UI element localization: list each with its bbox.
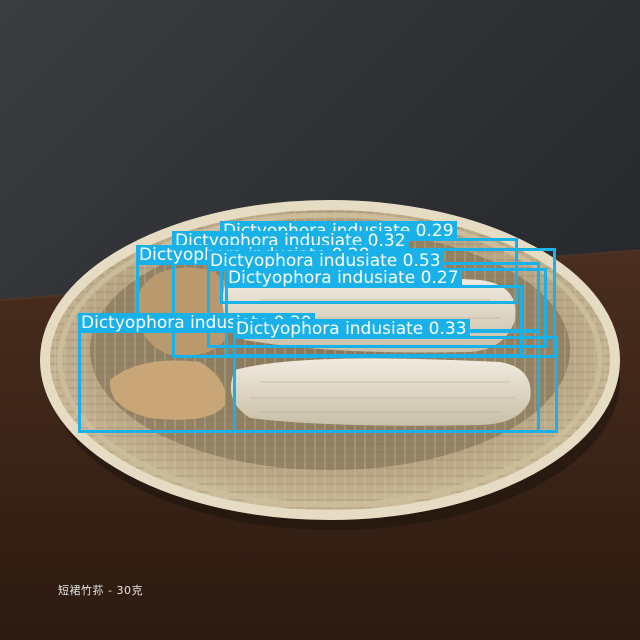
detection-box: Dictyophora indusiate 0.33 [233,319,558,433]
product-caption: 短裙竹荪 - 30克 [58,584,143,597]
detection-label: Dictyophora indusiate 0.33 [233,319,470,339]
photo-scene: Dictyophora indusiate 0.29 Dictyophora i… [0,0,640,640]
detection-label: Dictyophora indusiate 0.27 [225,268,462,288]
